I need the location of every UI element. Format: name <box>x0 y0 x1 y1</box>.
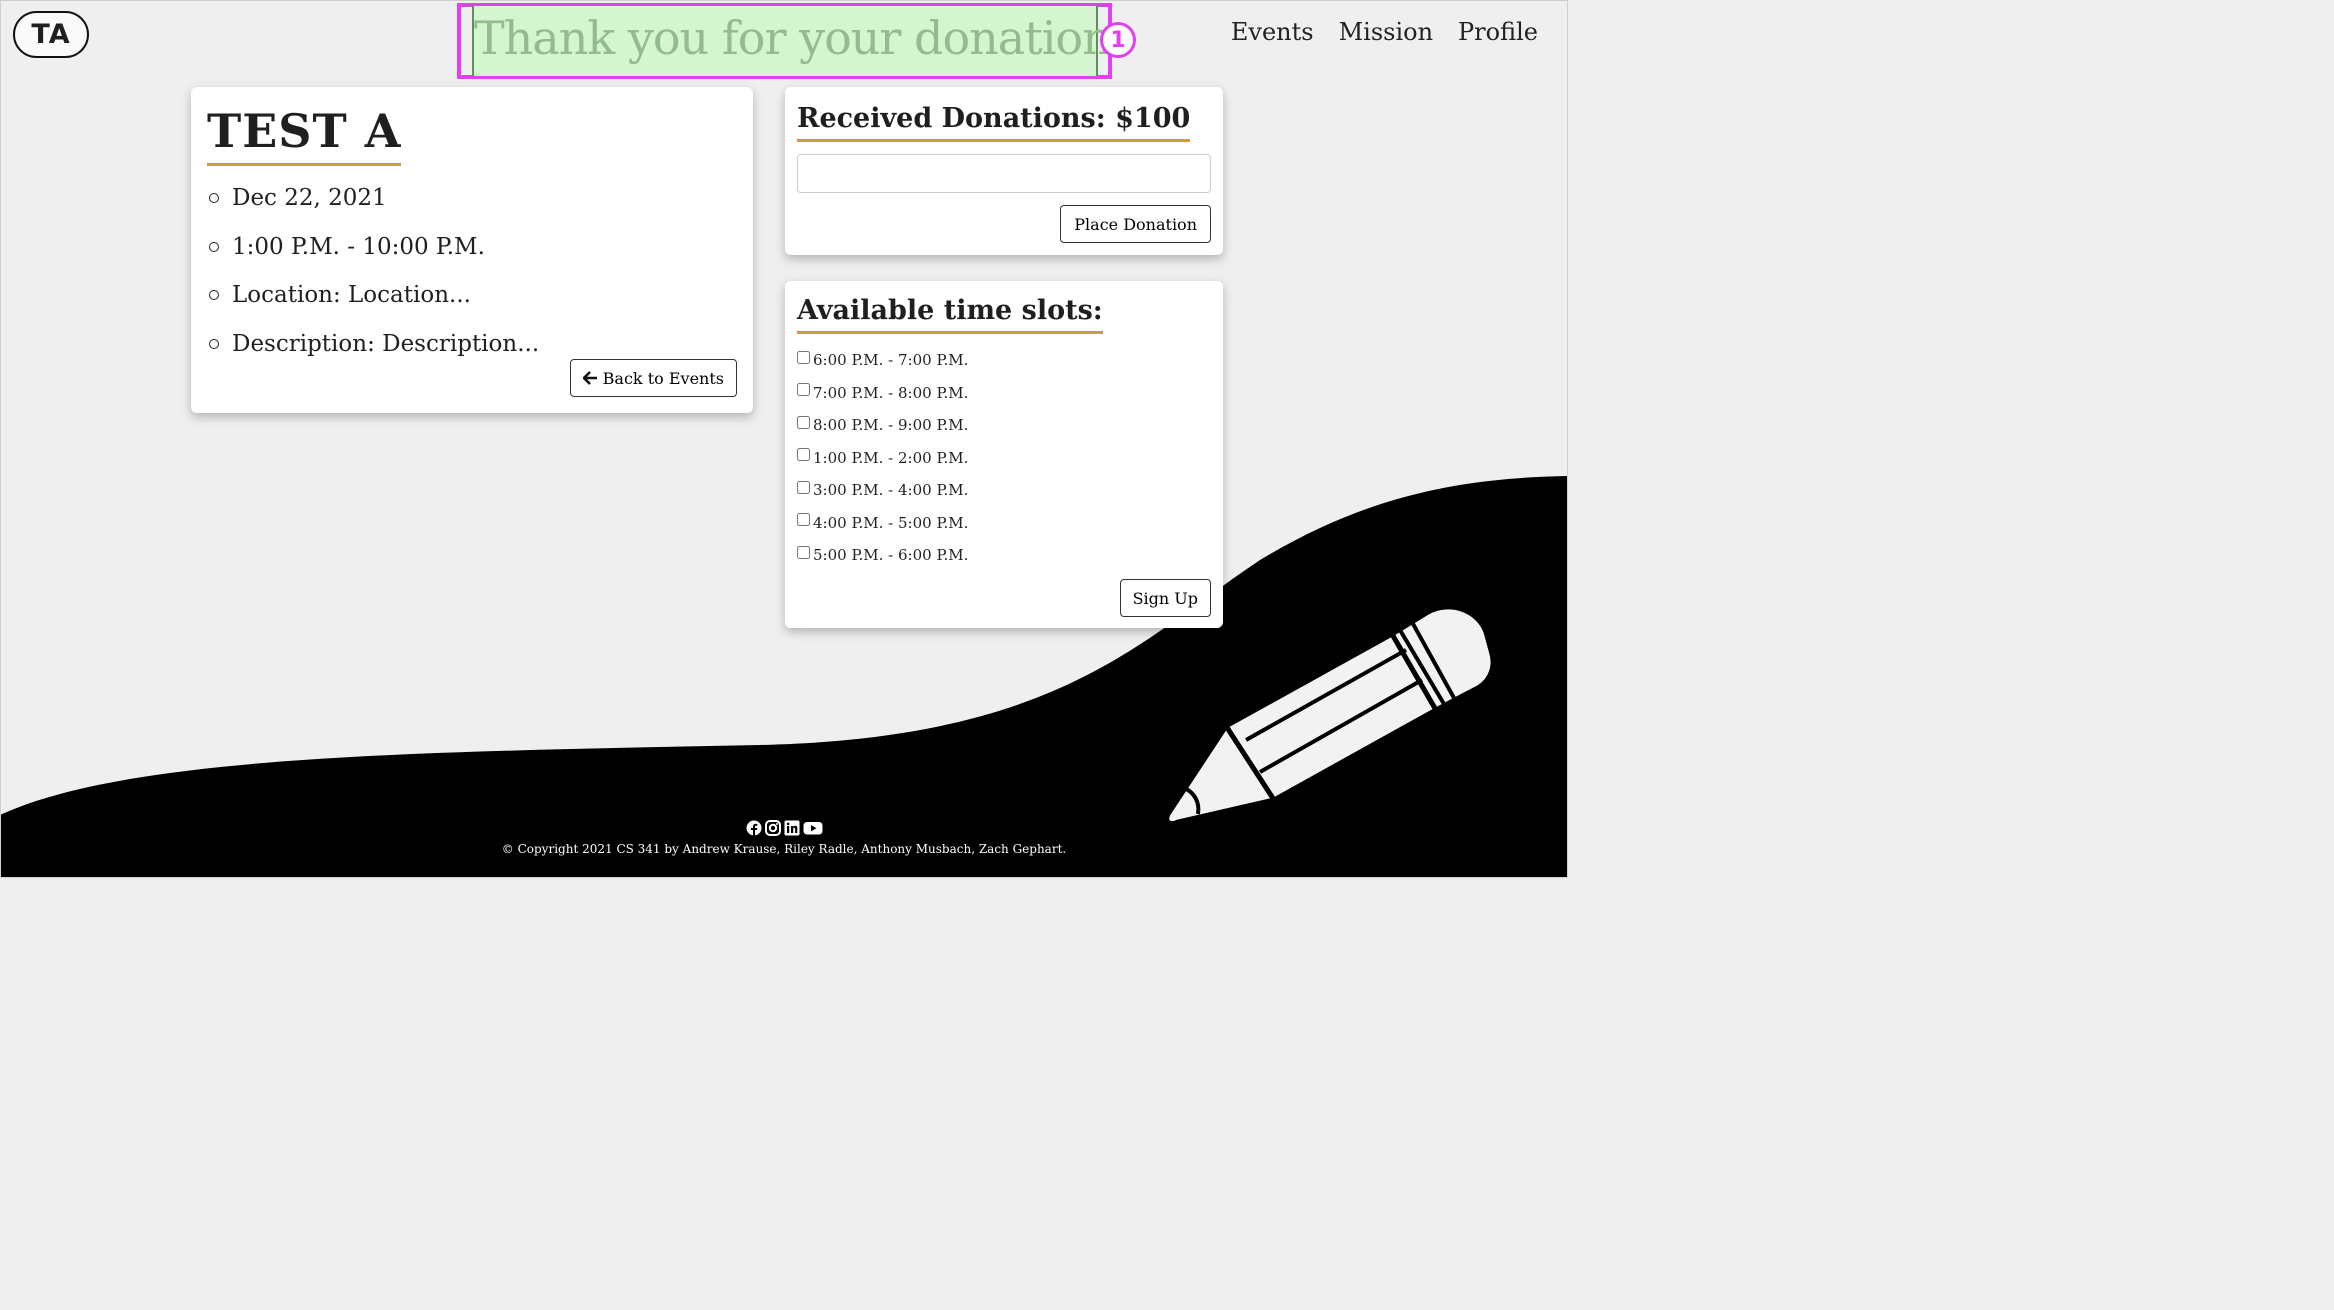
time-slot-item[interactable]: 8:00 P.M. - 9:00 P.M. <box>797 409 1211 442</box>
event-date-text: Dec 22, 2021 <box>232 185 387 212</box>
bullet-icon <box>209 241 219 252</box>
social-icons <box>0 820 1568 836</box>
event-location: Location: Location... <box>207 271 737 320</box>
event-time: 1:00 P.M. - 10:00 P.M. <box>207 223 737 272</box>
time-slots-title: Available time slots: <box>797 291 1103 334</box>
nav-profile[interactable]: Profile <box>1458 18 1538 46</box>
bullet-icon <box>209 193 219 204</box>
site-logo[interactable]: TA <box>13 11 89 58</box>
bullet-icon <box>209 290 219 301</box>
time-slot-checkbox[interactable] <box>797 415 810 429</box>
arrow-left-icon <box>582 371 597 385</box>
copyright-text: © Copyright 2021 CS 341 by Andrew Krause… <box>501 842 1067 856</box>
time-slot-label: 6:00 P.M. - 7:00 P.M. <box>813 351 969 370</box>
event-details-card: TEST A Dec 22, 2021 1:00 P.M. - 10:00 P.… <box>191 87 753 413</box>
time-slot-label: 1:00 P.M. - 2:00 P.M. <box>813 448 969 467</box>
time-slot-item[interactable]: 6:00 P.M. - 7:00 P.M. <box>797 344 1211 377</box>
time-slot-checkbox[interactable] <box>797 545 810 559</box>
time-slot-item[interactable]: 4:00 P.M. - 5:00 P.M. <box>797 507 1211 540</box>
time-slot-label: 3:00 P.M. - 4:00 P.M. <box>813 481 969 500</box>
pencil-illustration <box>1164 604 1496 827</box>
time-slot-checkbox[interactable] <box>797 448 810 462</box>
annotation-badge: 1 <box>1100 22 1136 58</box>
sign-up-button[interactable]: Sign Up <box>1119 579 1211 617</box>
time-slot-list: 6:00 P.M. - 7:00 P.M. 7:00 P.M. - 8:00 P… <box>797 344 1211 572</box>
bullet-icon <box>209 338 219 349</box>
main-nav: Events Mission Profile <box>1231 18 1538 46</box>
linkedin-icon[interactable] <box>784 820 800 836</box>
time-slot-label: 4:00 P.M. - 5:00 P.M. <box>813 513 969 532</box>
time-slot-label: 7:00 P.M. - 8:00 P.M. <box>813 383 969 402</box>
time-slot-label: 8:00 P.M. - 9:00 P.M. <box>813 416 969 435</box>
time-slot-checkbox[interactable] <box>797 513 810 527</box>
event-title: TEST A <box>207 101 402 166</box>
nav-events[interactable]: Events <box>1231 18 1314 46</box>
event-date: Dec 22, 2021 <box>207 174 737 223</box>
event-description-text: Description: Description... <box>232 330 540 357</box>
time-slot-item[interactable]: 7:00 P.M. - 8:00 P.M. <box>797 377 1211 410</box>
time-slot-checkbox[interactable] <box>797 480 810 494</box>
time-slot-item[interactable]: 5:00 P.M. - 6:00 P.M. <box>797 539 1211 572</box>
back-to-events-label: Back to Events <box>602 368 724 388</box>
back-to-events-button[interactable]: Back to Events <box>569 359 737 397</box>
youtube-icon[interactable] <box>803 820 823 836</box>
event-location-text: Location: Location... <box>232 282 471 309</box>
time-slot-label: 5:00 P.M. - 6:00 P.M. <box>813 546 969 565</box>
donations-card: Received Donations: $100 Place Donation <box>785 87 1223 255</box>
time-slot-checkbox[interactable] <box>797 350 810 364</box>
time-slot-checkbox[interactable] <box>797 383 810 397</box>
event-time-text: 1:00 P.M. - 10:00 P.M. <box>232 233 485 260</box>
nav-mission[interactable]: Mission <box>1339 18 1433 46</box>
donation-amount-input[interactable] <box>797 154 1211 193</box>
received-donations-title: Received Donations: $100 <box>797 99 1191 142</box>
event-details-list: Dec 22, 2021 1:00 P.M. - 10:00 P.M. Loca… <box>207 174 737 368</box>
instagram-icon[interactable] <box>764 820 781 836</box>
facebook-icon[interactable] <box>746 820 762 836</box>
donation-thank-you-text: Thank you for your donation <box>474 11 1112 65</box>
place-donation-button[interactable]: Place Donation <box>1060 205 1211 243</box>
time-slot-item[interactable]: 3:00 P.M. - 4:00 P.M. <box>797 474 1211 507</box>
time-slots-card: Available time slots: 6:00 P.M. - 7:00 P… <box>785 281 1223 628</box>
time-slot-item[interactable]: 1:00 P.M. - 2:00 P.M. <box>797 442 1211 475</box>
